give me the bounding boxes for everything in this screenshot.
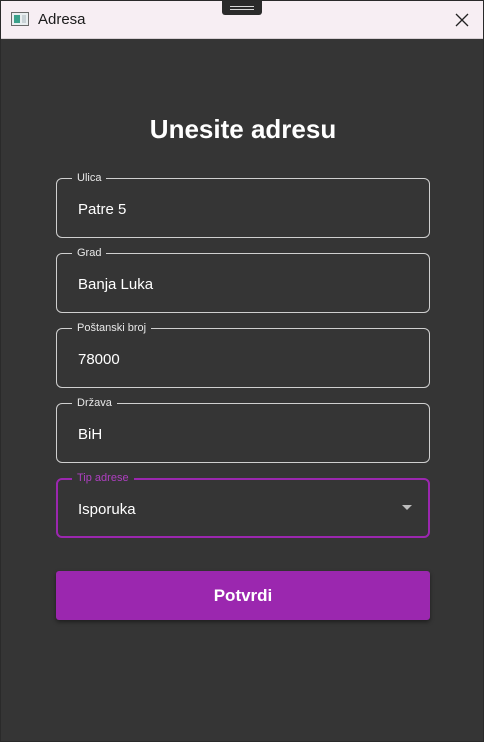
postal-code-label: Poštanski broj (72, 321, 152, 335)
street-field[interactable]: Ulica Patre 5 (56, 171, 430, 238)
window-title: Adresa (38, 11, 86, 28)
postal-code-input[interactable]: 78000 (78, 351, 120, 368)
street-input[interactable]: Patre 5 (78, 201, 126, 218)
close-button[interactable] (447, 5, 477, 35)
city-field[interactable]: Grad Banja Luka (56, 246, 430, 313)
address-type-value[interactable]: Isporuka (78, 501, 136, 518)
country-input[interactable]: BiH (78, 426, 102, 443)
country-label: Država (72, 396, 117, 410)
city-input[interactable]: Banja Luka (78, 276, 153, 293)
chevron-down-icon[interactable] (402, 505, 412, 510)
address-type-select[interactable]: Tip adrese Isporuka (56, 471, 430, 538)
address-type-label: Tip adrese (72, 471, 134, 485)
confirm-button[interactable]: Potvrdi (56, 571, 430, 620)
address-window: Adresa Unesite adresu Ulica Patre 5 Grad… (0, 0, 484, 742)
app-icon (11, 12, 29, 26)
street-label: Ulica (72, 171, 107, 185)
city-label: Grad (72, 246, 107, 260)
drag-handle[interactable] (222, 1, 262, 15)
title-bar[interactable]: Adresa (1, 1, 483, 39)
country-field[interactable]: Država BiH (56, 396, 430, 463)
postal-code-field[interactable]: Poštanski broj 78000 (56, 321, 430, 388)
form-heading: Unesite adresu (149, 114, 337, 144)
close-icon (455, 13, 469, 27)
